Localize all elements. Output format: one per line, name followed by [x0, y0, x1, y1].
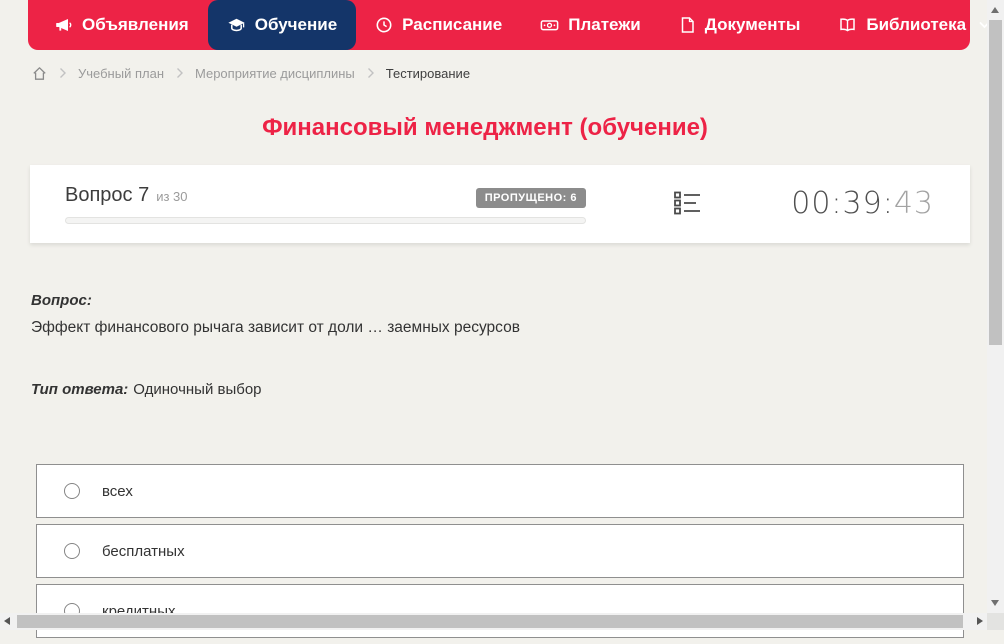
- top-navbar: Объявления Обучение Расписание Платежи Д…: [28, 0, 970, 50]
- vertical-scrollbar[interactable]: [987, 0, 1004, 613]
- breadcrumb-item-testing: Тестирование: [386, 66, 470, 81]
- scroll-right-arrow[interactable]: [977, 617, 983, 625]
- nav-item-payments[interactable]: Платежи: [521, 0, 660, 50]
- nav-item-label: Библиотека: [866, 15, 966, 35]
- answer-type-label: Тип ответа:: [31, 381, 128, 398]
- page-title: Финансовый менеджмент (обучение): [0, 114, 970, 142]
- book-icon: [838, 16, 857, 34]
- scroll-down-arrow[interactable]: [991, 600, 999, 606]
- breadcrumb-item-discipline-event[interactable]: Мероприятие дисциплины: [195, 66, 355, 81]
- home-icon[interactable]: [32, 66, 47, 81]
- chevron-right-icon: [175, 67, 184, 79]
- nav-item-label: Платежи: [568, 15, 641, 35]
- progress-bar: [65, 217, 586, 224]
- radio-button[interactable]: [64, 483, 80, 499]
- answer-type-value: Одиночный выбор: [133, 381, 261, 398]
- nav-item-library[interactable]: Библиотека: [819, 0, 1004, 50]
- question-text: Эффект финансового рычага зависит от дол…: [31, 319, 520, 337]
- question-label: Вопрос:: [31, 292, 520, 309]
- nav-item-documents[interactable]: Документы: [660, 0, 820, 50]
- nav-item-label: Документы: [705, 15, 801, 35]
- answer-option-label: всех: [102, 483, 133, 500]
- clock-icon: [375, 16, 393, 34]
- question-total: из 30: [156, 189, 187, 204]
- graduation-cap-icon: [227, 16, 246, 34]
- skipped-badge: ПРОПУЩЕНО: 6: [476, 188, 586, 208]
- nav-item-label: Обучение: [255, 15, 337, 35]
- chevron-right-icon: [366, 67, 375, 79]
- question-header-card: Вопрос 7 из 30 ПРОПУЩЕНО: 6 00:39:43: [30, 165, 970, 243]
- breadcrumb-item-study-plan[interactable]: Учебный план: [78, 66, 164, 81]
- nav-item-announcements[interactable]: Объявления: [36, 0, 208, 50]
- vertical-scrollbar-thumb[interactable]: [989, 20, 1002, 345]
- answer-option-label: бесплатных: [102, 543, 185, 560]
- question-list-icon[interactable]: [674, 190, 701, 243]
- answer-option-2[interactable]: бесплатных: [36, 524, 964, 578]
- nav-item-schedule[interactable]: Расписание: [356, 0, 521, 50]
- nav-item-label: Расписание: [402, 15, 502, 35]
- scroll-up-arrow[interactable]: [991, 7, 999, 13]
- horizontal-scrollbar[interactable]: [0, 613, 987, 630]
- banknote-icon: [540, 16, 559, 34]
- exam-timer: 00:39:43: [791, 186, 934, 243]
- timer-seconds: 43: [894, 186, 934, 221]
- question-number: Вопрос 7: [65, 184, 149, 207]
- timer-minutes: 00:39:: [791, 186, 894, 221]
- scroll-left-arrow[interactable]: [4, 617, 10, 625]
- question-progress-area: Вопрос 7 из 30 ПРОПУЩЕНО: 6: [65, 184, 586, 243]
- scrollbar-corner: [987, 613, 1004, 630]
- question-body: Вопрос: Эффект финансового рычага зависи…: [31, 292, 520, 398]
- breadcrumb: Учебный план Мероприятие дисциплины Тест…: [32, 63, 470, 83]
- megaphone-icon: [55, 16, 73, 34]
- nav-item-learning[interactable]: Обучение: [208, 0, 356, 50]
- nav-item-label: Объявления: [82, 15, 189, 35]
- answer-option-1[interactable]: всех: [36, 464, 964, 518]
- horizontal-scrollbar-thumb[interactable]: [17, 615, 963, 628]
- radio-button[interactable]: [64, 543, 80, 559]
- chevron-right-icon: [58, 67, 67, 79]
- document-icon: [679, 16, 696, 34]
